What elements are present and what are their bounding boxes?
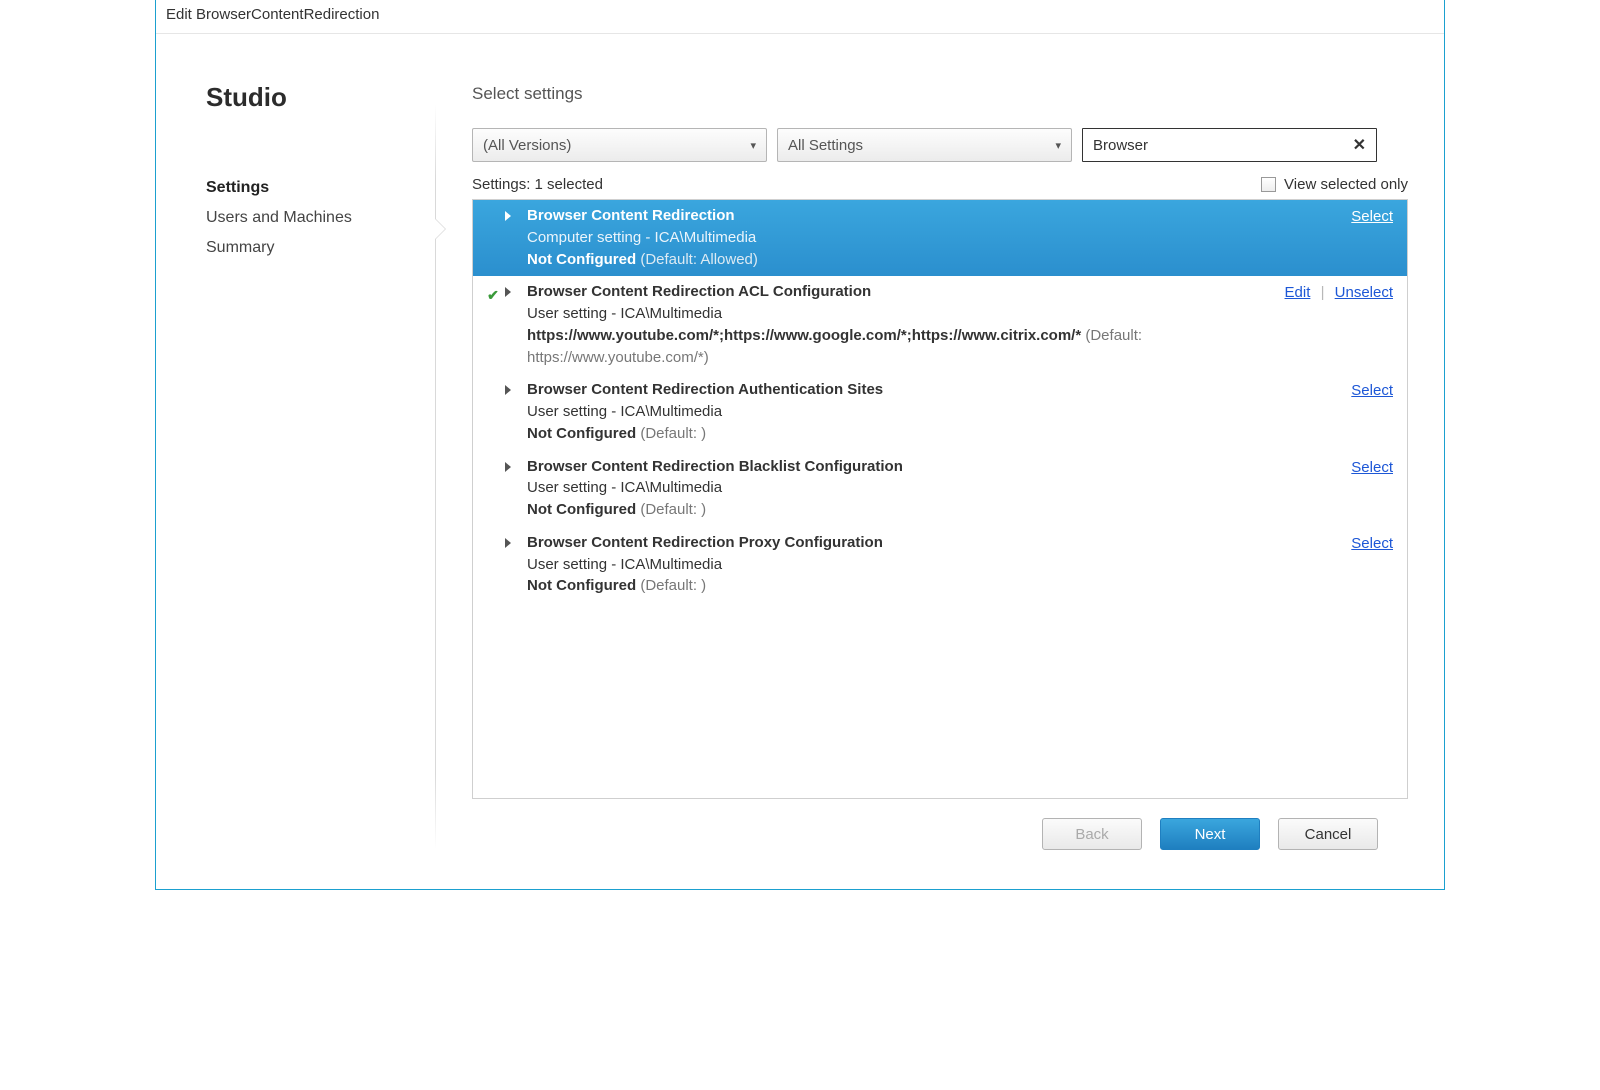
triangle-right-icon xyxy=(505,462,511,472)
setting-state-bold: Not Configured xyxy=(527,251,636,268)
count-value: 1 selected xyxy=(535,176,603,193)
setting-state: Not Configured (Default: ) xyxy=(527,499,1341,521)
setting-state-bold: Not Configured xyxy=(527,577,636,594)
row-actions: Select xyxy=(1341,205,1393,270)
setting-sub: User setting - ICA\Multimedia xyxy=(527,401,1341,423)
setting-state: Not Configured (Default: ) xyxy=(527,575,1341,597)
row-actions: Select xyxy=(1341,456,1393,521)
setting-sub: User setting - ICA\Multimedia xyxy=(527,477,1341,499)
row-content: Browser Content Redirection Authenticati… xyxy=(521,379,1341,444)
clear-search-icon[interactable]: ✕ xyxy=(1351,135,1368,155)
scope-dropdown[interactable]: All Settings ▾ xyxy=(777,128,1072,162)
setting-title: Browser Content Redirection Blacklist Co… xyxy=(527,456,1341,478)
window-title: Edit BrowserContentRedirection xyxy=(156,0,1444,34)
triangle-right-icon xyxy=(505,385,511,395)
setting-title: Browser Content Redirection ACL Configur… xyxy=(527,281,1275,303)
sidebar: Studio Settings Users and Machines Summa… xyxy=(156,34,436,889)
row-actions: Select xyxy=(1341,532,1393,597)
setting-state: Not Configured (Default: Allowed) xyxy=(527,249,1341,271)
view-selected-only-label: View selected only xyxy=(1284,176,1408,193)
scope-dropdown-value: All Settings xyxy=(788,137,863,154)
sidebar-item-summary[interactable]: Summary xyxy=(206,233,406,263)
triangle-right-icon xyxy=(505,211,511,221)
dialog-window: Edit BrowserContentRedirection Studio Se… xyxy=(155,0,1445,890)
expand-toggle[interactable] xyxy=(505,532,521,597)
expand-toggle[interactable] xyxy=(505,205,521,270)
view-selected-only-wrap[interactable]: View selected only xyxy=(1261,176,1408,193)
setting-row[interactable]: ✔ Browser Content Redirection ACL Config… xyxy=(473,276,1407,374)
setting-title: Browser Content Redirection Proxy Config… xyxy=(527,532,1341,554)
settings-list[interactable]: Browser Content Redirection Computer set… xyxy=(472,199,1408,799)
dialog-body: Studio Settings Users and Machines Summa… xyxy=(156,34,1444,889)
triangle-right-icon xyxy=(505,287,511,297)
select-link[interactable]: Select xyxy=(1351,459,1393,476)
check-icon: ✔ xyxy=(487,285,499,305)
row-content: Browser Content Redirection ACL Configur… xyxy=(521,281,1275,368)
setting-row[interactable]: Browser Content Redirection Blacklist Co… xyxy=(473,451,1407,527)
sidebar-item-users-and-machines[interactable]: Users and Machines xyxy=(206,203,406,233)
count-left: Settings: 1 selected xyxy=(472,176,603,193)
setting-state-bold: Not Configured xyxy=(527,425,636,442)
setting-state-bold: Not Configured xyxy=(527,501,636,518)
filter-row: (All Versions) ▾ All Settings ▾ ✕ xyxy=(472,128,1408,162)
version-dropdown-value: (All Versions) xyxy=(483,137,571,154)
search-box[interactable]: ✕ xyxy=(1082,128,1377,162)
row-check-col xyxy=(481,532,505,597)
next-button[interactable]: Next xyxy=(1160,818,1260,850)
setting-state-bold: https://www.youtube.com/*;https://www.go… xyxy=(527,327,1081,344)
row-actions: Select xyxy=(1341,379,1393,444)
count-row: Settings: 1 selected View selected only xyxy=(472,176,1408,193)
row-check-col xyxy=(481,379,505,444)
row-content: Browser Content Redirection Computer set… xyxy=(521,205,1341,270)
setting-sub: User setting - ICA\Multimedia xyxy=(527,303,1275,325)
setting-state: https://www.youtube.com/*;https://www.go… xyxy=(527,325,1275,369)
chevron-down-icon: ▾ xyxy=(1055,139,1061,152)
setting-state-def: (Default: ) xyxy=(640,501,706,518)
version-dropdown[interactable]: (All Versions) ▾ xyxy=(472,128,767,162)
row-actions: Edit | Unselect xyxy=(1275,281,1393,368)
setting-title: Browser Content Redirection Authenticati… xyxy=(527,379,1341,401)
expand-toggle[interactable] xyxy=(505,281,521,368)
sidebar-item-settings[interactable]: Settings xyxy=(206,173,406,203)
setting-state: Not Configured (Default: ) xyxy=(527,423,1341,445)
setting-row[interactable]: Browser Content Redirection Authenticati… xyxy=(473,374,1407,450)
search-input[interactable] xyxy=(1091,136,1351,155)
back-button[interactable]: Back xyxy=(1042,818,1142,850)
cancel-button[interactable]: Cancel xyxy=(1278,818,1378,850)
brand-title: Studio xyxy=(206,82,406,113)
setting-state-def: (Default: ) xyxy=(640,425,706,442)
row-check-col: ✔ xyxy=(481,281,505,368)
unselect-link[interactable]: Unselect xyxy=(1335,284,1393,301)
action-separator: | xyxy=(1321,284,1325,301)
setting-row[interactable]: Browser Content Redirection Computer set… xyxy=(473,200,1407,276)
setting-sub: User setting - ICA\Multimedia xyxy=(527,554,1341,576)
expand-toggle[interactable] xyxy=(505,456,521,521)
setting-title: Browser Content Redirection xyxy=(527,205,1341,227)
setting-sub: Computer setting - ICA\Multimedia xyxy=(527,227,1341,249)
count-label: Settings: xyxy=(472,176,530,193)
chevron-down-icon: ▾ xyxy=(750,139,756,152)
setting-state-def: (Default: Allowed) xyxy=(640,251,758,268)
edit-link[interactable]: Edit xyxy=(1285,284,1311,301)
triangle-right-icon xyxy=(505,538,511,548)
main-panel: Select settings (All Versions) ▾ All Set… xyxy=(436,34,1444,889)
row-content: Browser Content Redirection Blacklist Co… xyxy=(521,456,1341,521)
main-heading: Select settings xyxy=(472,84,1408,104)
expand-toggle[interactable] xyxy=(505,379,521,444)
sidebar-notch xyxy=(435,219,445,239)
setting-row[interactable]: Browser Content Redirection Proxy Config… xyxy=(473,527,1407,603)
select-link[interactable]: Select xyxy=(1351,535,1393,552)
checkbox-icon[interactable] xyxy=(1261,177,1276,192)
footer: Back Next Cancel xyxy=(472,799,1408,869)
setting-state-def: (Default: ) xyxy=(640,577,706,594)
select-link[interactable]: Select xyxy=(1351,382,1393,399)
row-check-col xyxy=(481,205,505,270)
select-link[interactable]: Select xyxy=(1351,208,1393,225)
row-content: Browser Content Redirection Proxy Config… xyxy=(521,532,1341,597)
row-check-col xyxy=(481,456,505,521)
